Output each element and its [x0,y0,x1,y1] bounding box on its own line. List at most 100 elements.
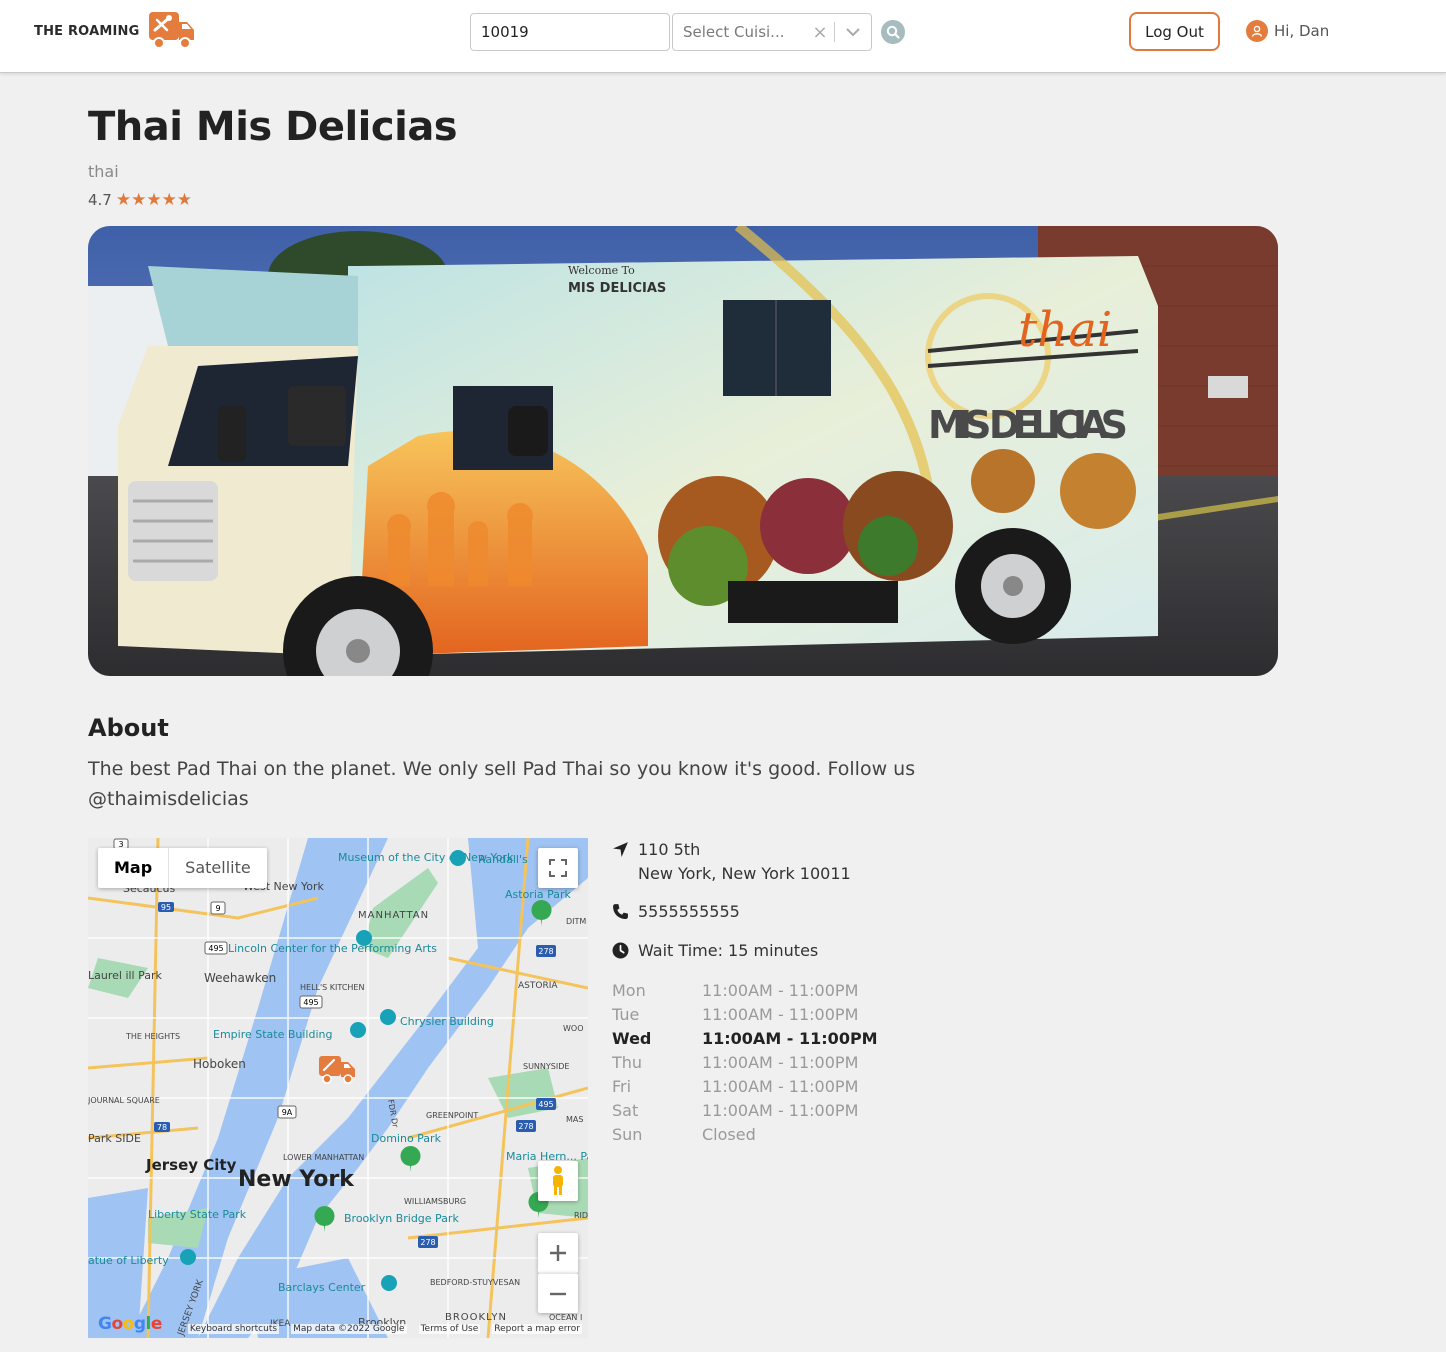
road-shield: 495 [204,941,228,955]
chevron-down-icon[interactable] [835,13,871,51]
rating-stars: ★ ★ ★ ★ ★ [115,189,193,210]
road-shield: 95 [158,902,174,912]
hours-row-today: Wed 11:00AM - 11:00PM [612,1026,878,1050]
hours-day: Thu [612,1052,643,1072]
map-label-sunnyside: SUNNYSIDE [523,1062,569,1071]
map-label-jersey-city: Jersey City [145,1156,237,1174]
road-shield-label: 278 [538,947,553,956]
map-label-williamsburg: WILLIAMSBURG [404,1197,466,1206]
map-label-ditm: DITM STEI [566,917,588,926]
phone-number[interactable]: 5555555555 [638,900,740,924]
keyboard-shortcuts-link[interactable]: Keyboard shortcuts [187,1324,280,1334]
map-label-liberty-park: Liberty State Park [148,1208,247,1221]
wait-time: Wait Time: 15 minutes [638,941,819,960]
zoom-out-button[interactable] [538,1273,578,1313]
road-shield: 278 [536,945,556,957]
zip-input[interactable] [470,13,670,51]
star-icon: ★ [115,189,132,210]
map-label-astoria: ASTORIA [518,981,558,991]
star-icon: ★ [131,189,147,210]
clock-icon [612,942,629,959]
hours-day: Sat [612,1100,639,1120]
truck-logo-icon [149,12,195,49]
hours-day: Tue [612,1004,640,1024]
hours-day: Mon [612,980,646,1000]
map-label-laurel: Laurel ill Park [88,969,163,982]
cuisine-select[interactable]: Select Cuisi... × [672,13,872,51]
site-logo[interactable]: THE ROAMING [34,12,195,50]
address-line1: 110 5th [638,840,701,859]
sign-script: thai [1018,302,1112,358]
map-label-weehawken: Weehawken [204,971,276,985]
zoom-in-button[interactable] [538,1233,578,1273]
road-shield: 278 [418,1236,438,1248]
street-view-button[interactable] [538,1161,578,1201]
welcome-name: MIS DELICIAS [568,281,666,296]
minus-icon [550,1292,566,1295]
tab-satellite[interactable]: Satellite [169,848,267,888]
hours-time: 11:00AM - 11:00PM [702,980,859,1000]
map-label-woo: WOO [563,1024,584,1033]
map-label-journal-square: JOURNAL SQUARE [88,1096,160,1105]
road-shield-label: 78 [157,1123,167,1132]
map-label-statue: atue of Liberty [88,1254,169,1267]
fullscreen-icon [549,859,567,877]
wait-time-row: Wait Time: 15 minutes [612,939,818,963]
hours-time: 11:00AM - 11:00PM [702,1076,859,1096]
map-label-new-york: New York [238,1167,355,1192]
hours-time: 11:00AM - 11:00PM [702,1004,859,1024]
hours-time: 11:00AM - 11:00PM [702,1052,859,1072]
map-label-park-side: Park SIDE [88,1132,141,1145]
location-map[interactable]: New York MANHATTAN Jersey City Hoboken W… [88,838,588,1338]
road-shield: 78 [154,1122,170,1132]
rating-value: 4.7 [88,191,112,209]
logout-button[interactable]: Log Out [1129,12,1220,51]
hours-time: Closed [702,1124,756,1144]
top-nav: THE ROAMING Select Cuisi... × Log Out [0,0,1446,73]
phone-icon [613,904,628,919]
plus-icon [550,1245,566,1261]
map-label-manhattan: MANHATTAN [358,910,429,921]
rating: 4.7 ★ ★ ★ ★ ★ [88,191,192,209]
map-label-greenpoint: GREENPOINT [426,1111,478,1120]
road-shield: 9 [210,901,226,915]
about-heading: About [88,714,169,742]
report-error-link[interactable]: Report a map error [492,1324,582,1334]
star-partial-icon: ★ [176,189,193,210]
map-data-attribution: Map data ©2022 Google [291,1324,407,1334]
sign-name: MIS DELICIAS [928,403,1128,447]
hours-row: Tue 11:00AM - 11:00PM [612,1002,878,1026]
hours-time: 11:00AM - 11:00PM [702,1100,859,1120]
road-shield-label: 278 [420,1238,435,1247]
map-label-barclays: Barclays Center [278,1281,366,1294]
search-button[interactable] [881,20,905,44]
welcome-text: Welcome To [568,264,635,277]
road-shield-label: 95 [161,903,171,912]
tab-map[interactable]: Map [98,848,170,888]
road-shield-label: 278 [518,1122,533,1131]
address-row: 110 5th New York, New York 10011 [612,838,851,886]
hours-day: Fri [612,1076,632,1096]
phone-row: 5555555555 [612,900,740,924]
clear-icon[interactable]: × [806,22,834,43]
address-line2: New York, New York 10011 [638,864,851,883]
map-label-astoria-park: Astoria Park [505,888,572,901]
road-shield-label: 495 [538,1100,553,1109]
cuisine-placeholder: Select Cuisi... [683,23,785,41]
hours-row: Sun Closed [612,1122,878,1146]
map-label-domino: Domino Park [371,1132,442,1145]
fullscreen-button[interactable] [538,848,578,888]
hours-row: Fri 11:00AM - 11:00PM [612,1074,878,1098]
terms-link[interactable]: Terms of Use [418,1324,481,1334]
map-tiles[interactable]: New York MANHATTAN Jersey City Hoboken W… [88,838,588,1338]
hours-day: Wed [612,1028,652,1048]
map-label-empire: Empire State Building [213,1028,333,1041]
user-greeting: Hi, Dan [1274,22,1330,40]
map-label-randalls: Randall's [478,853,528,866]
road-shield: 495 [536,1098,556,1110]
map-label-lincoln: Lincoln Center for the Performing Arts [228,942,437,955]
pegman-icon [553,1166,563,1195]
address: 110 5th New York, New York 10011 [638,838,851,886]
hours-table: Mon 11:00AM - 11:00PM Tue 11:00AM - 11:0… [612,978,878,1146]
user-menu[interactable]: Hi, Dan [1246,20,1329,42]
